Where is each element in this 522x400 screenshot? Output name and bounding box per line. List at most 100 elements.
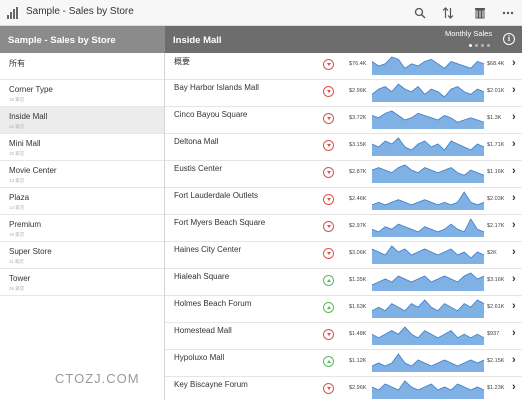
table-row[interactable]: Homestead Mall $1.48K $937 ›: [165, 323, 522, 350]
sidebar-item-count: 13 家店: [9, 178, 25, 183]
trend-down-icon: [323, 86, 334, 97]
store-name: Fort Myers Beach Square: [174, 218, 266, 227]
sparkline-chart: [371, 56, 485, 75]
chevron-right-icon[interactable]: ›: [512, 246, 516, 258]
chevron-right-icon[interactable]: ›: [512, 165, 516, 177]
columns-icon[interactable]: [472, 5, 488, 21]
end-value: $2.17K: [487, 223, 505, 229]
trend-up-icon: [323, 275, 334, 286]
sparkline-chart: [371, 380, 485, 399]
start-value: $1.12K: [349, 358, 367, 364]
end-value: $2.03K: [487, 196, 505, 202]
sparkline-area: [372, 354, 484, 372]
sidebar-item-plaza[interactable]: Plaza 14 家店: [0, 188, 164, 215]
trend-down-icon: [323, 167, 334, 178]
table-row[interactable]: Key Biscayne Forum $2.96K $1.23K ›: [165, 377, 522, 400]
store-name: Hypoluxo Mall: [174, 353, 225, 362]
sidebar-item-all[interactable]: 所有: [0, 53, 164, 80]
chevron-right-icon[interactable]: ›: [512, 273, 516, 285]
chevron-right-icon[interactable]: ›: [512, 300, 516, 312]
trend-down-icon: [323, 113, 334, 124]
table-row[interactable]: Haines City Center $3.06K $2K ›: [165, 242, 522, 269]
sidebar-item-count: 11 家店: [9, 259, 24, 264]
sidebar-item-movie-center[interactable]: Movie Center 13 家店: [0, 161, 164, 188]
table-row[interactable]: Deltona Mall $3.15K $1.71K ›: [165, 134, 522, 161]
table-row[interactable]: Cinco Bayou Square $3.72K $1.3K ›: [165, 107, 522, 134]
chevron-right-icon[interactable]: ›: [512, 327, 516, 339]
store-name: Haines City Center: [174, 245, 242, 254]
end-value: $68.4K: [487, 61, 505, 67]
sparkline-chart: [371, 110, 485, 129]
sidebar-item-premium[interactable]: Premium 19 家店: [0, 215, 164, 242]
sparkline-chart: [371, 272, 485, 291]
sidebar-header: Sample - Sales by Store: [0, 26, 165, 53]
sidebar-item-count: 19 家店: [9, 232, 25, 237]
store-name: Bay Harbor Islands Mall: [174, 83, 259, 92]
table-row[interactable]: Fort Myers Beach Square $2.97K $2.17K ›: [165, 215, 522, 242]
end-value: $2.61K: [487, 304, 505, 310]
sidebar-item-count: 14 家店: [9, 205, 25, 210]
table-row[interactable]: Bay Harbor Islands Mall $2.96K $2.01K ›: [165, 80, 522, 107]
sparkline-area: [372, 111, 484, 129]
main-title: Inside Mall: [173, 35, 222, 46]
info-icon[interactable]: i: [503, 33, 515, 45]
sort-icon[interactable]: [440, 5, 456, 21]
sparkline-chart: [371, 299, 485, 318]
table-row[interactable]: Holmes Beach Forum $1.63K $2.61K ›: [165, 296, 522, 323]
sidebar-item-label: Tower: [9, 274, 31, 283]
main-subtitle: Monthly Sales: [445, 29, 493, 38]
trend-down-icon: [323, 221, 334, 232]
start-value: $2.96K: [349, 385, 367, 391]
chevron-right-icon[interactable]: ›: [512, 354, 516, 366]
chevron-right-icon[interactable]: ›: [512, 111, 516, 123]
chevron-right-icon[interactable]: ›: [512, 219, 516, 231]
sparkline-area: [372, 138, 484, 156]
trend-down-icon: [323, 59, 334, 70]
main-header: Inside Mall Monthly Sales i: [165, 26, 522, 53]
start-value: $3.06K: [349, 250, 367, 256]
store-name: Hialeah Square: [174, 272, 230, 281]
store-name: 概要: [174, 57, 190, 66]
table-row[interactable]: Fort Lauderdale Outlets $2.46K $2.03K ›: [165, 188, 522, 215]
table-row[interactable]: 概要 $76.4K $68.4K ›: [165, 53, 522, 80]
end-value: $2.01K: [487, 88, 505, 94]
trend-down-icon: [323, 194, 334, 205]
start-value: $2.87K: [349, 169, 367, 175]
sparkline-area: [372, 300, 484, 318]
sidebar-item-label: Inside Mall: [9, 112, 48, 121]
sidebar-item-mini-mall[interactable]: Mini Mall 15 家店: [0, 134, 164, 161]
chevron-right-icon[interactable]: ›: [512, 57, 516, 69]
chevron-right-icon[interactable]: ›: [512, 381, 516, 393]
trend-down-icon: [323, 383, 334, 394]
more-icon[interactable]: [500, 5, 516, 21]
sparkline-area: [372, 165, 484, 183]
start-value: $3.15K: [349, 142, 367, 148]
sparkline-chart: [371, 245, 485, 264]
sparkline-chart: [371, 326, 485, 345]
sidebar-item-inside-mall[interactable]: Inside Mall 22 家店: [0, 107, 164, 134]
trend-down-icon: [323, 329, 334, 340]
sidebar-item-super-store[interactable]: Super Store 11 家店: [0, 242, 164, 269]
sparkline-chart: [371, 164, 485, 183]
sidebar-item-tower[interactable]: Tower 25 家店: [0, 269, 164, 296]
sidebar: 所有 Corner Type 18 家店 Inside Mall 22 家店 M…: [0, 53, 165, 400]
table-row[interactable]: Hypoluxo Mall $1.12K $2.15K ›: [165, 350, 522, 377]
sidebar-item-label: Super Store: [9, 247, 52, 256]
page-indicator[interactable]: [469, 44, 490, 47]
table-row[interactable]: Hialeah Square $1.35K $3.16K ›: [165, 269, 522, 296]
chevron-right-icon[interactable]: ›: [512, 138, 516, 150]
store-name: Deltona Mall: [174, 137, 219, 146]
sidebar-item-count: 15 家店: [9, 151, 25, 156]
start-value: $1.48K: [349, 331, 367, 337]
end-value: $2K: [487, 250, 497, 256]
sidebar-item-label: Premium: [9, 220, 42, 229]
sparkline-chart: [371, 353, 485, 372]
sidebar-item-corner-type[interactable]: Corner Type 18 家店: [0, 80, 164, 107]
sparkline-chart: [371, 83, 485, 102]
table-row[interactable]: Eustis Center $2.87K $1.16K ›: [165, 161, 522, 188]
app-title: Sample - Sales by Store: [26, 6, 134, 17]
sidebar-item-label: 所有: [9, 59, 25, 68]
chevron-right-icon[interactable]: ›: [512, 192, 516, 204]
chevron-right-icon[interactable]: ›: [512, 84, 516, 96]
search-icon[interactable]: [412, 5, 428, 21]
